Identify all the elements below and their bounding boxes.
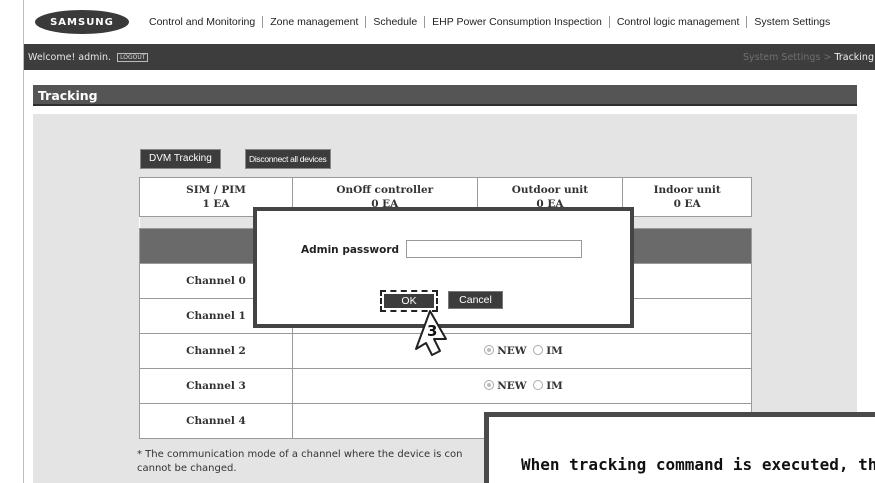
- logout-button[interactable]: LOGOUT: [117, 53, 149, 62]
- breadcrumb-parent[interactable]: System Settings: [743, 52, 820, 63]
- password-input[interactable]: [406, 240, 582, 258]
- app-frame: SAMSUNG Control and Monitoring Zone mana…: [23, 0, 875, 483]
- ok-button[interactable]: OK: [384, 294, 434, 308]
- menu-control-monitoring[interactable]: Control and Monitoring: [149, 16, 264, 28]
- channel-label: Channel 2: [139, 333, 293, 369]
- password-label: Admin password: [301, 244, 400, 256]
- channel-mode: NEW IM: [292, 368, 752, 404]
- welcome-text: Welcome! admin.: [28, 52, 112, 63]
- main-menu: Control and Monitoring Zone management S…: [149, 16, 837, 28]
- explanation-tooltip: When tracking command is executed, the: [484, 412, 875, 483]
- menu-zone-management[interactable]: Zone management: [263, 16, 367, 28]
- breadcrumb-separator: >: [823, 52, 832, 63]
- im-radio[interactable]: [533, 380, 544, 390]
- page-title: Tracking: [33, 85, 857, 106]
- channel-label: Channel 4: [139, 403, 293, 439]
- disconnect-all-button[interactable]: Disconnect all devices: [245, 149, 331, 169]
- breadcrumb: System Settings > Tracking: [743, 52, 874, 63]
- menu-ehp-power[interactable]: EHP Power Consumption Inspection: [425, 16, 610, 28]
- channel-label: Channel 3: [139, 368, 293, 404]
- im-radio[interactable]: [533, 345, 544, 355]
- menu-control-logic[interactable]: Control logic management: [610, 16, 748, 28]
- callout-number: 3: [427, 322, 437, 340]
- pointer-callout-icon: 3: [415, 310, 447, 356]
- footnote: * The communication mode of a channel wh…: [137, 449, 463, 474]
- header-bar: Welcome! admin. LOGOUT System Settings >…: [24, 44, 875, 70]
- cancel-button[interactable]: Cancel: [448, 291, 503, 309]
- channel-row: Channel 3 NEW IM: [139, 368, 752, 404]
- menu-schedule[interactable]: Schedule: [366, 16, 426, 28]
- samsung-logo: SAMSUNG: [35, 10, 129, 34]
- channel-mode: NEW IM: [292, 333, 752, 369]
- welcome-area: Welcome! admin. LOGOUT: [28, 52, 149, 63]
- tooltip-text: When tracking command is executed, the: [521, 455, 875, 474]
- summary-indoor: Indoor unit 0 EA: [622, 177, 752, 217]
- new-radio[interactable]: [484, 380, 495, 390]
- menu-system-settings[interactable]: System Settings: [747, 16, 837, 28]
- top-navigation: SAMSUNG Control and Monitoring Zone mana…: [24, 0, 875, 44]
- breadcrumb-current: Tracking: [834, 52, 874, 63]
- dvm-tracking-button[interactable]: DVM Tracking: [140, 149, 221, 169]
- new-radio[interactable]: [484, 345, 495, 355]
